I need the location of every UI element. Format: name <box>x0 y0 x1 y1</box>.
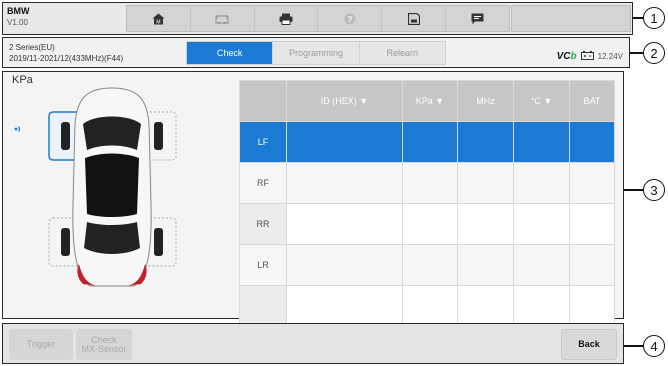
save-icon <box>407 12 420 25</box>
tab-programming[interactable]: Programming <box>273 42 360 64</box>
top-toolbar-bar: BMW V1.00 M ? <box>2 2 633 35</box>
column-header-position <box>239 80 287 122</box>
trigger-button[interactable]: Trigger <box>9 329 73 360</box>
tire-rr <box>154 228 163 256</box>
cell-mhz <box>457 162 514 204</box>
cell-temp <box>513 244 570 286</box>
save-button[interactable] <box>382 6 447 31</box>
table-row[interactable]: RR <box>239 203 615 245</box>
column-header-id[interactable]: ID (HEX) ▼ <box>286 80 403 122</box>
toolbar: M ? <box>126 5 510 32</box>
vci-label: VCb <box>556 50 577 62</box>
signal-wave-icon <box>13 125 23 135</box>
row-position-lf: LF <box>239 121 287 163</box>
table-row[interactable]: LR <box>239 244 615 286</box>
cell-bat <box>569 244 615 286</box>
cell-mhz <box>457 285 514 327</box>
callout-4: 4 <box>643 335 665 357</box>
row-position-spare <box>239 285 287 327</box>
car-swap-icon <box>214 13 230 25</box>
info-bar: 2 Series(EU) 2019/11-2021/12(433MHz)(F44… <box>2 37 630 68</box>
back-button[interactable]: Back <box>561 329 617 360</box>
cell-temp <box>513 203 570 245</box>
cell-mhz <box>457 203 514 245</box>
cell-kpa <box>402 203 458 245</box>
table-row[interactable]: LF <box>239 121 615 163</box>
check-mx-sensor-button[interactable]: Check MX-Sensor <box>76 329 132 360</box>
cell-temp <box>513 162 570 204</box>
cell-kpa <box>402 285 458 327</box>
cell-kpa <box>402 121 458 163</box>
message-button[interactable] <box>446 6 509 31</box>
tab-relearn[interactable]: Relearn <box>359 42 445 64</box>
cell-id <box>286 121 403 163</box>
vehicle-top-view <box>48 87 177 287</box>
cell-id <box>286 162 403 204</box>
brand-name: BMW <box>7 6 30 16</box>
callout-3: 3 <box>643 179 665 201</box>
check-mx-sensor-label: Check MX-Sensor <box>81 334 127 354</box>
cell-bat <box>569 162 615 204</box>
tire-rf <box>154 122 163 150</box>
svg-text:?: ? <box>347 15 352 24</box>
column-header-pressure[interactable]: KPa ▼ <box>402 80 458 122</box>
tpms-sensor-table: ID (HEX) ▼ KPa ▼ MHz °C ▼ BAT LF RF RR L… <box>239 80 615 327</box>
cell-mhz <box>457 121 514 163</box>
vci-status: VCb 12.24V <box>557 47 623 65</box>
home-icon: M <box>152 13 165 25</box>
cell-temp <box>513 121 570 163</box>
cell-mhz <box>457 244 514 286</box>
toolbar-spacer <box>511 5 631 32</box>
tire-lr <box>61 228 70 256</box>
battery-voltage: 12.24V <box>597 51 623 61</box>
brand-block: BMW V1.00 <box>7 6 30 28</box>
main-area: KPa ID (HEX) ▼ KPa ▼ MHz °C ▼ BAT LF RF … <box>2 71 624 327</box>
column-header-frequency: MHz <box>457 80 514 122</box>
svg-text:M: M <box>156 19 160 25</box>
cell-id <box>286 244 403 286</box>
cell-bat <box>569 203 615 245</box>
vehicle-year-range: 2019/11-2021/12(433MHz)(F44) <box>9 54 124 63</box>
tab-check[interactable]: Check <box>187 42 274 64</box>
column-header-temperature[interactable]: °C ▼ <box>513 80 570 122</box>
chat-icon <box>471 13 484 25</box>
vehicle-info: 2 Series(EU) 2019/11-2021/12(433MHz)(F44… <box>9 42 123 64</box>
table-row[interactable]: RF <box>239 162 615 204</box>
cell-bat <box>569 285 615 327</box>
print-button[interactable] <box>255 6 319 31</box>
battery-icon <box>580 47 594 65</box>
help-button[interactable]: ? <box>318 6 383 31</box>
row-position-rr: RR <box>239 203 287 245</box>
callout-2: 2 <box>643 42 665 64</box>
help-icon: ? <box>344 13 356 25</box>
printer-icon <box>279 13 293 25</box>
vehicle-swap-button[interactable] <box>191 6 255 31</box>
pressure-unit-label: KPa <box>12 74 33 86</box>
callout-1: 1 <box>643 7 665 29</box>
cell-temp <box>513 285 570 327</box>
cell-kpa <box>402 244 458 286</box>
cell-kpa <box>402 162 458 204</box>
home-button[interactable]: M <box>127 6 191 31</box>
cell-id <box>286 203 403 245</box>
cell-bat <box>569 121 615 163</box>
column-header-battery: BAT <box>569 80 615 122</box>
vehicle-model: 2 Series(EU) <box>9 43 55 52</box>
row-position-lr: LR <box>239 244 287 286</box>
row-position-rf: RF <box>239 162 287 204</box>
app-version: V1.00 <box>7 18 28 27</box>
table-header-row: ID (HEX) ▼ KPa ▼ MHz °C ▼ BAT <box>239 80 615 122</box>
cell-id <box>286 285 403 327</box>
bottom-action-bar: Trigger Check MX-Sensor Back <box>2 323 624 364</box>
tire-lf <box>61 122 70 150</box>
function-tabs: Check Programming Relearn <box>186 41 446 65</box>
table-row[interactable] <box>239 285 615 327</box>
